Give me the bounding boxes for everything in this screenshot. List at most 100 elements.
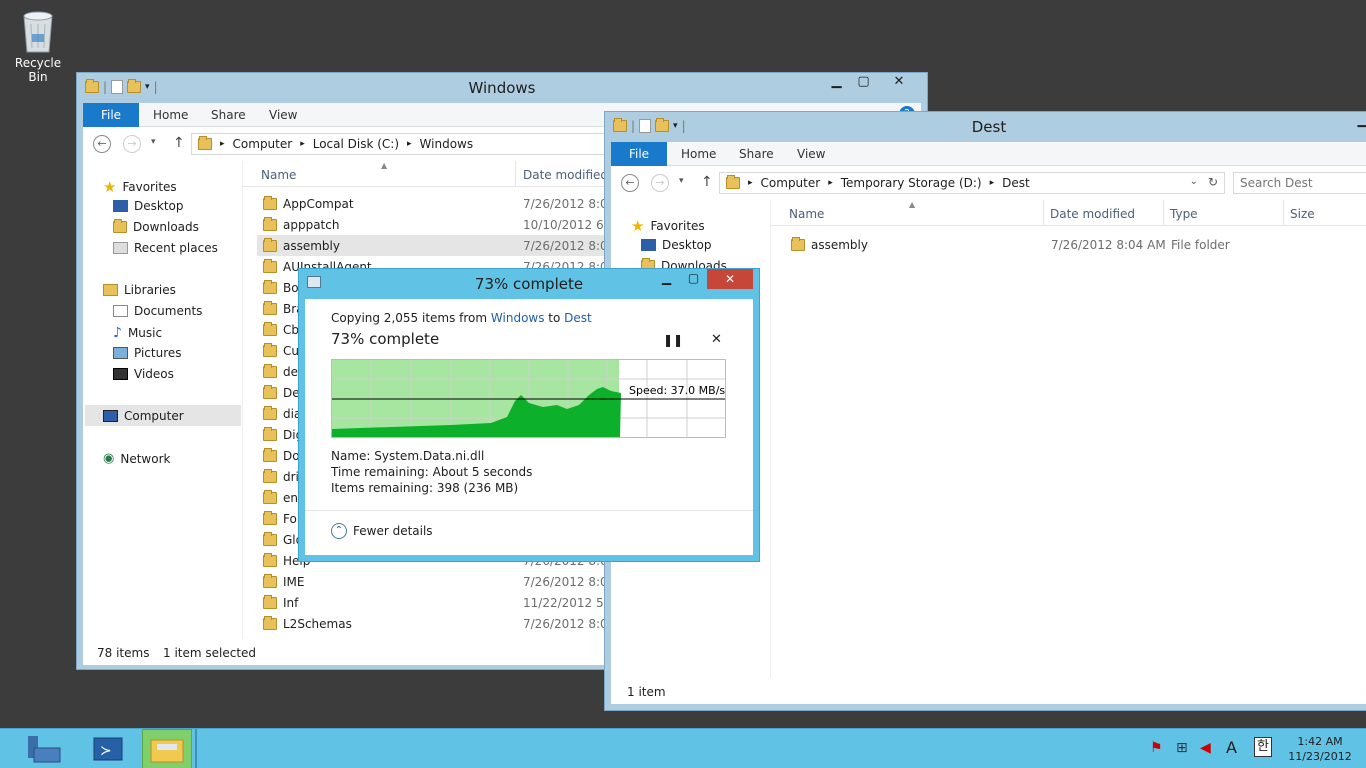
close-button[interactable]: ✕ [707, 269, 753, 289]
tab-share[interactable]: Share [211, 108, 246, 122]
breadcrumb-computer[interactable]: Computer [233, 137, 293, 151]
dialog-body: Copying 2,055 items from Windows to Dest… [305, 299, 753, 555]
copy-summary-to: to [544, 311, 565, 325]
nav-desktop[interactable]: Desktop [113, 199, 184, 213]
cancel-button[interactable]: ✕ [711, 332, 722, 347]
nav-label: Desktop [134, 199, 184, 213]
tab-share[interactable]: Share [739, 147, 774, 161]
folder-icon [263, 426, 277, 441]
breadcrumb-computer[interactable]: Computer [761, 176, 821, 190]
column-size[interactable]: Size [1290, 207, 1315, 221]
nav-desktop[interactable]: Desktop [641, 238, 712, 252]
breadcrumb-dest[interactable]: Dest [1002, 176, 1030, 190]
tab-view[interactable]: View [269, 108, 297, 122]
source-link[interactable]: Windows [491, 311, 545, 325]
music-icon: ♪ [113, 325, 122, 341]
nav-label: Favorites [122, 180, 177, 194]
close-button[interactable]: ✕ [877, 73, 921, 93]
dest-link[interactable]: Dest [564, 311, 592, 325]
nav-recent-places[interactable]: Recent places [113, 241, 218, 255]
file-row[interactable]: assembly 7/26/2012 8:04 AM File folder [785, 234, 1366, 255]
recent-locations-icon[interactable]: ▾ [151, 137, 156, 147]
maximize-button[interactable]: ▢ [680, 269, 707, 289]
nav-favorites[interactable]: ★ Favorites [631, 217, 705, 235]
tab-home[interactable]: Home [153, 108, 188, 122]
nav-label: Libraries [124, 283, 176, 297]
forward-button[interactable]: → [123, 135, 141, 153]
time-remaining: Time remaining: About 5 seconds [331, 465, 533, 479]
minimize-button[interactable]: ▁ [823, 73, 850, 93]
nav-libraries[interactable]: Libraries [103, 283, 176, 297]
nav-favorites[interactable]: ★ Favorites [103, 178, 177, 196]
breadcrumb-temporary-storage[interactable]: Temporary Storage (D:) [841, 176, 982, 190]
taskbar: ≻ ⚑ ⊞ ◀ A 한 1:42 AM 11/23/2012 [0, 728, 1366, 768]
recent-places-icon [113, 242, 128, 254]
maximize-button[interactable]: ▢ [850, 73, 877, 93]
file-explorer-button[interactable] [142, 729, 192, 768]
minimize-button[interactable]: ▁ [653, 269, 680, 289]
nav-pictures[interactable]: Pictures [113, 346, 182, 360]
ime-mode-icon[interactable]: A [1226, 738, 1237, 757]
address-box[interactable]: ▸ Computer ▸ Temporary Storage (D:) ▸ De… [719, 172, 1225, 194]
language-indicator[interactable]: 한 [1254, 737, 1272, 757]
back-button[interactable]: ← [621, 174, 639, 192]
file-tab[interactable]: File [83, 103, 139, 127]
folder-icon [263, 573, 277, 588]
column-date-modified[interactable]: Date modified [1050, 207, 1135, 221]
volume-muted-icon[interactable]: ◀ [1200, 740, 1211, 756]
nav-label: Pictures [134, 346, 182, 360]
nav-network[interactable]: ◉ Network [103, 451, 170, 466]
file-tab[interactable]: File [611, 142, 667, 166]
folder-icon [263, 468, 277, 483]
fewer-details-button[interactable]: ⌃ Fewer details [331, 523, 433, 539]
column-name[interactable]: Name [261, 168, 296, 182]
action-center-icon[interactable]: ⚑ [1150, 740, 1163, 756]
file-name: apppatch [283, 217, 340, 232]
file-name: IME [283, 574, 305, 589]
folder-icon [263, 594, 277, 609]
nav-music[interactable]: ♪ Music [113, 325, 162, 341]
folder-icon [263, 510, 277, 525]
file-list: Name ▲ Date modified Type Size assembly … [771, 200, 1366, 678]
recent-locations-icon[interactable]: ▾ [679, 176, 684, 186]
breadcrumb-windows[interactable]: Windows [420, 137, 474, 151]
refresh-icon[interactable]: ↻ [1208, 175, 1218, 189]
title-bar[interactable]: | ▾ | Dest ▁ [605, 112, 1366, 142]
file-name: assembly [811, 237, 868, 252]
forward-button[interactable]: → [651, 174, 669, 192]
nav-downloads[interactable]: Downloads [113, 219, 199, 234]
recycle-bin-icon[interactable]: Recycle Bin [4, 6, 72, 84]
powershell-button[interactable]: ≻ [84, 732, 134, 766]
nav-label: Network [120, 451, 171, 466]
nav-label: Favorites [650, 219, 705, 233]
star-icon: ★ [631, 217, 645, 235]
up-button[interactable]: ↑ [173, 135, 185, 151]
folder-icon [263, 363, 277, 378]
item-count: 1 item [627, 685, 666, 699]
title-bar[interactable]: | ▾ | Windows ▁ ▢ ✕ [77, 73, 927, 103]
network-tray-icon[interactable]: ⊞ [1176, 740, 1188, 756]
address-dropdown-icon[interactable]: ⌄ [1190, 176, 1198, 187]
trash-icon [18, 6, 58, 54]
column-type[interactable]: Type [1170, 207, 1198, 221]
tab-home[interactable]: Home [681, 147, 716, 161]
tab-view[interactable]: View [797, 147, 825, 161]
folder-icon [263, 279, 277, 294]
pause-button[interactable]: ❚❚ [663, 333, 683, 347]
nav-computer[interactable]: Computer [103, 409, 184, 423]
back-button[interactable]: ← [93, 135, 111, 153]
search-input[interactable] [1233, 172, 1366, 194]
folder-icon [263, 321, 277, 336]
minimize-button[interactable]: ▁ [1349, 112, 1366, 132]
nav-documents[interactable]: Documents [113, 304, 202, 318]
svg-text:≻: ≻ [100, 743, 112, 759]
server-manager-button[interactable] [16, 732, 66, 766]
folder-icon [263, 489, 277, 504]
window-title: Windows [468, 79, 536, 97]
up-button[interactable]: ↑ [701, 174, 713, 190]
column-name[interactable]: Name [789, 207, 824, 221]
column-date-modified[interactable]: Date modified [523, 168, 608, 182]
nav-videos[interactable]: Videos [113, 367, 174, 381]
breadcrumb-local-disk[interactable]: Local Disk (C:) [313, 137, 399, 151]
clock[interactable]: 1:42 AM 11/23/2012 [1280, 734, 1360, 764]
